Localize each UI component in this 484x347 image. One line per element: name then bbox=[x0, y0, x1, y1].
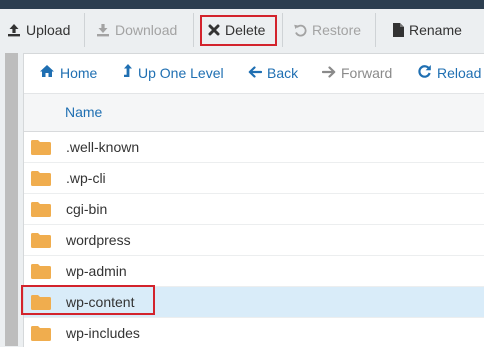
download-label: Download bbox=[115, 22, 178, 38]
home-link[interactable]: Home bbox=[39, 54, 97, 91]
folder-name: wordpress bbox=[66, 232, 131, 248]
column-header-name[interactable]: Name bbox=[65, 104, 102, 120]
reload-link[interactable]: Reload bbox=[417, 54, 481, 91]
table-row[interactable]: wordpress bbox=[24, 225, 484, 256]
rename-button[interactable]: Rename bbox=[393, 9, 462, 51]
back-link[interactable]: Back bbox=[248, 54, 298, 91]
forward-label: Forward bbox=[341, 64, 393, 81]
up-one-level-link[interactable]: Up One Level bbox=[123, 54, 224, 91]
toolbar-divider bbox=[193, 13, 194, 47]
restore-button[interactable]: Restore bbox=[293, 9, 361, 51]
level-up-icon bbox=[123, 63, 133, 82]
top-strip bbox=[0, 0, 484, 9]
forward-link[interactable]: Forward bbox=[321, 54, 393, 91]
table-header: Name bbox=[24, 93, 484, 132]
table-row[interactable]: wp-includes bbox=[24, 318, 484, 347]
table-row[interactable]: cgi-bin bbox=[24, 194, 484, 225]
folder-name: cgi-bin bbox=[66, 201, 108, 217]
delete-highlight-box bbox=[200, 15, 277, 46]
rename-label: Rename bbox=[409, 22, 462, 38]
home-label: Home bbox=[60, 64, 98, 81]
download-icon bbox=[96, 23, 110, 37]
restore-label: Restore bbox=[312, 22, 362, 38]
folder-icon bbox=[31, 202, 51, 217]
refresh-icon bbox=[417, 64, 432, 82]
toolbar-divider bbox=[84, 13, 85, 47]
arrow-left-icon bbox=[248, 65, 263, 81]
folder-icon bbox=[31, 326, 51, 341]
folder-icon bbox=[31, 171, 51, 186]
folder-icon bbox=[31, 140, 51, 155]
file-toolbar: Upload Download Delete Restore Rename bbox=[0, 9, 484, 51]
toolbar-divider bbox=[375, 13, 376, 47]
upload-label: Upload bbox=[26, 22, 71, 38]
back-label: Back bbox=[267, 64, 299, 81]
upload-button[interactable]: Upload bbox=[7, 9, 70, 51]
wp-content-highlight-box bbox=[21, 285, 155, 315]
download-button[interactable]: Download bbox=[96, 9, 177, 51]
table-row[interactable]: .wp-cli bbox=[24, 163, 484, 194]
folder-name: .well-known bbox=[66, 139, 140, 155]
table-row[interactable]: .well-known bbox=[24, 132, 484, 163]
arrow-right-icon bbox=[321, 65, 336, 81]
up-one-level-label: Up One Level bbox=[138, 64, 224, 81]
home-icon bbox=[39, 64, 55, 81]
folder-name: wp-admin bbox=[66, 263, 127, 279]
table-row[interactable]: wp-admin bbox=[24, 256, 484, 287]
nav-bar: Home Up One Level Back Forward Reload bbox=[24, 54, 484, 91]
left-pane-scrollbar[interactable] bbox=[5, 53, 18, 346]
folder-icon bbox=[31, 233, 51, 248]
reload-label: Reload bbox=[437, 64, 482, 81]
folder-icon bbox=[31, 264, 51, 279]
file-icon bbox=[393, 23, 404, 37]
toolbar-divider bbox=[282, 13, 283, 47]
folder-name: .wp-cli bbox=[66, 170, 106, 186]
folder-name: wp-includes bbox=[66, 325, 140, 341]
upload-icon bbox=[7, 23, 21, 37]
undo-icon bbox=[293, 23, 307, 37]
